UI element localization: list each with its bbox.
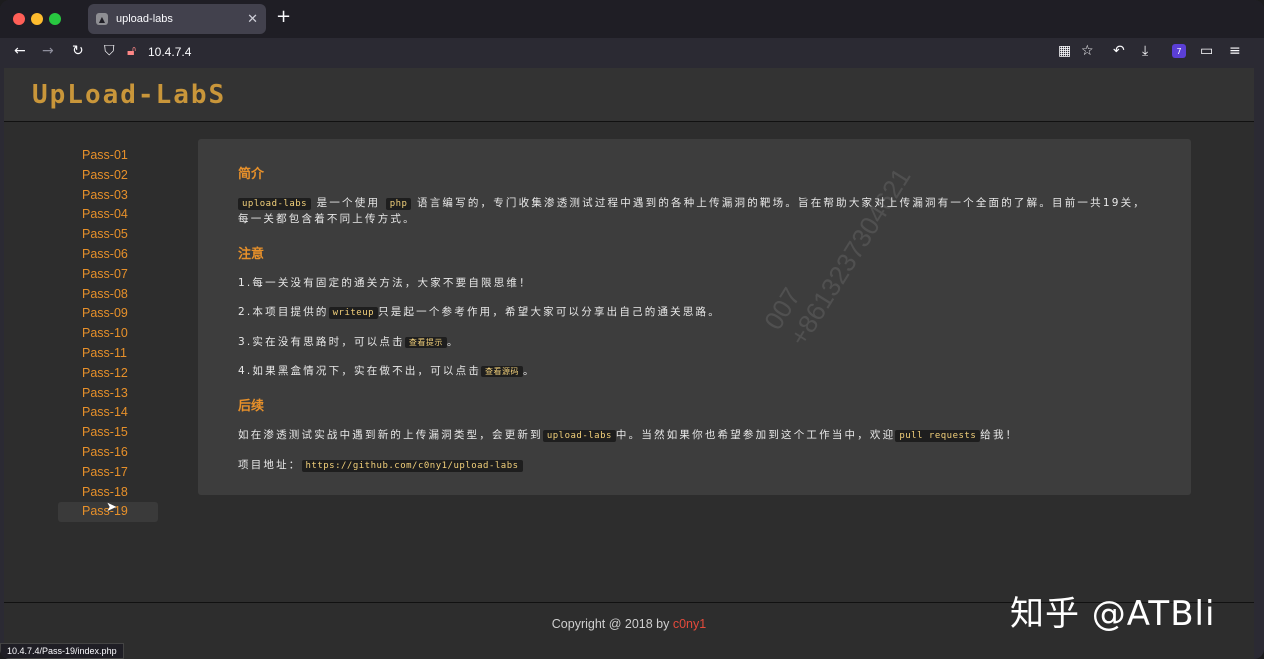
browser-window: ▲ upload-labs ✕ + ← → ↻ ⛉ 🔓︎ 10.4.7.4 ▦ … (0, 0, 1264, 659)
insecure-lock-icon[interactable]: 🔓︎ (127, 44, 136, 58)
code-pull-requests: pull requests (895, 430, 981, 442)
sidebar-item-pass-08[interactable]: Pass-08 (58, 285, 158, 305)
sidebar-item-pass-04[interactable]: Pass-04 (58, 205, 158, 225)
sidebar-item-pass-02[interactable]: Pass-02 (58, 166, 158, 186)
note2-post: 只是起一个参考作用，希望大家可以分享出自己的通关思路。 (378, 306, 721, 318)
shield-icon[interactable]: ⛉ (104, 44, 115, 58)
intro-text1: 是一个使用 (316, 197, 381, 209)
bookmark-star-icon[interactable]: ☆ (1081, 44, 1094, 58)
qr-code-icon[interactable]: ▦ (1058, 44, 1071, 58)
intro-panel: 007 +8613237304621 简介 upload-labs 是一个使用 … (198, 139, 1191, 495)
intro-paragraph: upload-labs 是一个使用 php 语言编写的，专门收集渗透测试过程中遇… (238, 196, 1158, 227)
sidebar-item-pass-11[interactable]: Pass-11 (58, 344, 158, 364)
mouse-cursor-icon: ➤ (106, 500, 117, 515)
pass-sidebar: Pass-01 Pass-02 Pass-03 Pass-04 Pass-05 Pass-… (58, 146, 158, 523)
maximize-window-button[interactable] (49, 13, 61, 25)
page-viewport: UpLoad-LabS Pass-01 Pass-02 Pass-03 Pass-04… (4, 68, 1254, 659)
sidebar-item-pass-09[interactable]: Pass-09 (58, 304, 158, 324)
followup-post: 给我！ (980, 429, 1019, 441)
code-upload-labs-2: upload-labs (542, 430, 616, 442)
notes-title: 注意 (238, 247, 265, 262)
sidebar-item-pass-01[interactable]: Pass-01 (58, 146, 158, 166)
reload-icon[interactable]: ↻ (72, 44, 84, 58)
note2-pre: 2.本项目提供的 (238, 306, 329, 318)
sidebar-item-pass-15[interactable]: Pass-15 (58, 423, 158, 443)
github-link[interactable]: https://github.com/c0ny1/upload-labs (301, 460, 523, 472)
sidebar-item-pass-03[interactable]: Pass-03 (58, 186, 158, 206)
new-tab-button[interactable]: + (276, 8, 291, 26)
note3-post: 。 (446, 336, 460, 348)
code-writeup: writeup (328, 307, 379, 319)
show-source-button[interactable]: 查看源码 (481, 366, 524, 377)
sidebar-item-pass-14[interactable]: Pass-14 (58, 403, 158, 423)
sidebar-item-pass-12[interactable]: Pass-12 (58, 364, 158, 384)
followup-pre: 如在渗透测试实战中遇到新的上传漏洞类型，会更新到 (238, 429, 543, 441)
copyright-prefix: Copyright @ 2018 by (551, 617, 673, 631)
tab-upload-labs[interactable]: ▲ upload-labs ✕ (88, 4, 266, 34)
menu-icon[interactable]: ≡ (1229, 44, 1241, 58)
sidebar-item-pass-17[interactable]: Pass-17 (58, 463, 158, 483)
note3-pre: 3.实在没有思路时，可以点击 (238, 336, 405, 348)
favicon-icon: ▲ (96, 13, 108, 25)
status-bar-url: 10.4.7.4/Pass-19/index.php (0, 643, 124, 659)
intro-title: 简介 (238, 167, 265, 182)
nav-toolbar: ← → ↻ ⛉ 🔓︎ 10.4.7.4 ▦ ☆ ↶ ⤓ 7 ▭ ≡ (0, 38, 1264, 68)
address-label: 项目地址： (238, 459, 302, 471)
followup-mid: 中。当然如果你也希望参加到这个工作当中，欢迎 (615, 429, 896, 441)
sidebar-item-pass-07[interactable]: Pass-07 (58, 265, 158, 285)
author-link[interactable]: c0ny1 (673, 617, 706, 631)
note4-pre: 4.如果黑盒情况下，实在做不出，可以点击 (238, 365, 482, 377)
sidebar-item-pass-06[interactable]: Pass-06 (58, 245, 158, 265)
minimize-window-button[interactable] (31, 13, 43, 25)
download-icon[interactable]: ⤓ (1142, 44, 1148, 58)
note-item-2: 2.本项目提供的 writeup 只是起一个参考作用，希望大家可以分享出自己的通关思… (238, 305, 1158, 321)
extension-icon[interactable]: 7 (1172, 44, 1186, 58)
note-item-3: 3.实在没有思路时，可以点击 查看提示。 (238, 335, 1158, 350)
tab-title: upload-labs (116, 13, 173, 25)
sidebar-item-pass-16[interactable]: Pass-16 (58, 443, 158, 463)
site-logo[interactable]: UpLoad-LabS (32, 80, 226, 110)
project-address: 项目地址： https://github.com/c0ny1/upload-lab… (238, 458, 1158, 474)
forward-icon[interactable]: → (42, 44, 54, 58)
followup-paragraph: 如在渗透测试实战中遇到新的上传漏洞类型，会更新到 upload-labs 中。当然如… (238, 428, 1158, 444)
sidebar-item-pass-10[interactable]: Pass-10 (58, 324, 158, 344)
url-bar[interactable]: 10.4.7.4 (148, 45, 191, 59)
followup-title: 后续 (238, 399, 265, 414)
screen-icon[interactable]: ▭ (1200, 44, 1213, 58)
show-hint-button[interactable]: 查看提示 (404, 337, 447, 348)
zhihu-watermark: 知乎 @ATBli (1010, 594, 1216, 634)
note-item-4: 4.如果黑盒情况下，实在做不出，可以点击 查看源码。 (238, 364, 1158, 379)
back-icon[interactable]: ← (14, 44, 26, 58)
close-window-button[interactable] (13, 13, 25, 25)
undo-icon[interactable]: ↶ (1113, 44, 1125, 58)
code-upload-labs: upload-labs (238, 198, 312, 210)
close-tab-icon[interactable]: ✕ (247, 13, 258, 26)
sidebar-item-pass-13[interactable]: Pass-13 (58, 384, 158, 404)
sidebar-item-pass-05[interactable]: Pass-05 (58, 225, 158, 245)
code-php: php (385, 198, 412, 210)
site-header: UpLoad-LabS (4, 68, 1254, 122)
note4-post: 。 (523, 365, 536, 377)
tab-bar: ▲ upload-labs ✕ + (0, 0, 1264, 38)
note-item-1: 1.每一关没有固定的通关方法，大家不要自限思维！ (238, 277, 532, 289)
